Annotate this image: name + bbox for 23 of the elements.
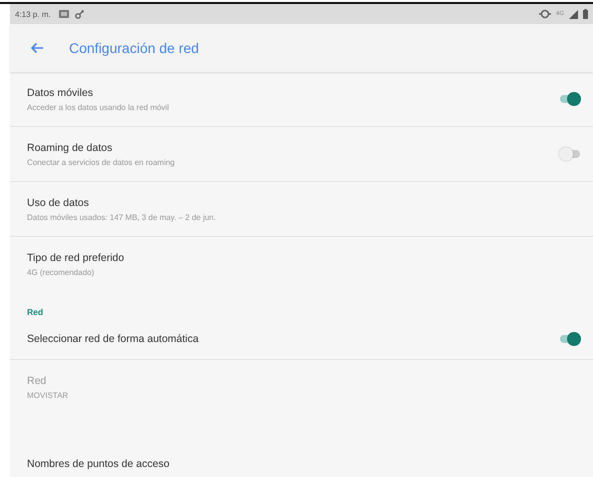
setting-summary: Acceder a los datos usando la red móvil — [27, 102, 170, 112]
data-saver-icon — [538, 9, 551, 19]
setting-summary: Conectar a servicios de datos en roaming — [27, 158, 176, 166]
setting-title[interactable]: Seleccionar red de forma automática — [27, 333, 559, 345]
setting-title[interactable]: Roaming de datos — [27, 142, 559, 154]
setting-title[interactable]: Nombres de puntos de acceso — [27, 458, 581, 470]
setting-summary: MOVISTAR — [27, 390, 70, 400]
battery-icon — [583, 9, 588, 19]
toggle-switch[interactable] — [559, 92, 581, 106]
toggle-switch[interactable] — [559, 147, 581, 161]
image-icon — [58, 9, 70, 19]
signal-icon — [569, 10, 578, 18]
setting-summary: 4G (recomendado) — [27, 268, 96, 276]
screen-title: Configuración de red — [69, 40, 199, 56]
setting-title[interactable]: Tipo de red preferido — [27, 252, 581, 264]
setting-title[interactable]: Uso de datos — [27, 196, 581, 208]
key-icon — [74, 9, 84, 19]
setting-title[interactable]: Datos móviles — [27, 86, 559, 98]
status-time: 4:13 p. m. — [15, 10, 51, 18]
section-header: Red — [26, 306, 44, 319]
back-icon[interactable] — [30, 42, 44, 54]
toggle-switch[interactable] — [559, 332, 581, 346]
setting-summary: Datos móviles usados: 147 MB, 3 de may. – 2 de jun. — [27, 212, 217, 222]
